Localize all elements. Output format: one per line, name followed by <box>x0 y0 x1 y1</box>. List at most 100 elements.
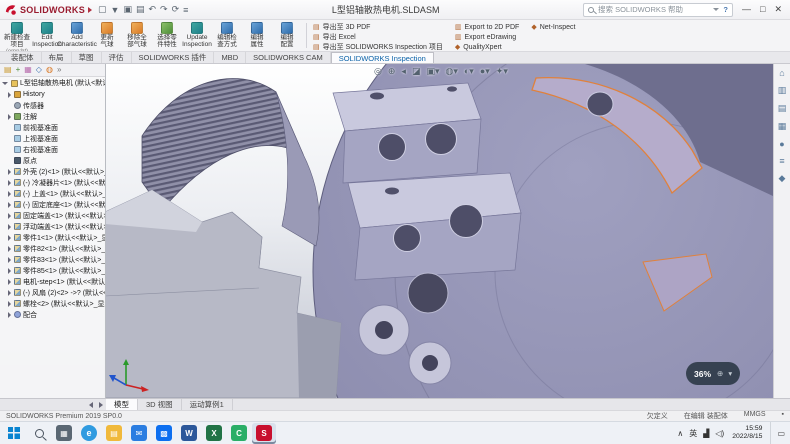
expand-arrow-icon[interactable] <box>8 257 11 263</box>
edit-appearance-icon[interactable]: ●▾ <box>480 66 490 77</box>
tree-item[interactable]: 注解 <box>0 111 105 122</box>
expand-arrow-icon[interactable] <box>8 92 11 98</box>
redo-icon[interactable]: ↷ <box>160 4 168 15</box>
3d-model[interactable] <box>0 64 790 398</box>
display-style-icon[interactable]: ◍▾ <box>445 66 457 77</box>
edit-configuration-button[interactable]: 编辑 配置 <box>272 21 302 50</box>
minimize-button[interactable]: — <box>742 4 751 15</box>
expand-arrow-icon[interactable] <box>8 301 11 307</box>
tab-inspection[interactable]: SOLIDWORKS Inspection <box>331 52 434 63</box>
pill-options-icon[interactable]: ▾ <box>728 369 732 378</box>
notification-center-icon[interactable]: ▭ <box>770 422 785 444</box>
update-inspection-button[interactable]: Update Inspection <box>182 21 212 50</box>
tab-scroll-right-icon[interactable] <box>96 399 106 410</box>
file-explorer-icon[interactable]: ▤ <box>778 103 787 114</box>
export-2d-pdf-button[interactable]: ▥ Export to 2D PDF <box>453 22 521 32</box>
tree-item[interactable]: 零件83<1> (默认<<默认>_显示状态>) <box>0 254 105 265</box>
section-view-icon[interactable]: ◪ <box>412 66 421 77</box>
featuremanager-tab[interactable]: ▤ <box>4 66 12 74</box>
store-icon[interactable]: ▩ <box>152 423 176 444</box>
panel-overflow-tab[interactable]: » <box>57 66 61 74</box>
tree-item[interactable]: 螺栓<2> (默认<<默认>_显示状态>) <box>0 298 105 309</box>
print-icon[interactable]: ▤ <box>136 4 145 15</box>
undo-icon[interactable]: ↶ <box>148 4 156 15</box>
configurationmanager-tab[interactable]: ▦ <box>24 66 32 74</box>
tree-item[interactable]: 固定端盖<1> (默认<<默认>_显示状态>) <box>0 210 105 221</box>
options-icon[interactable]: ≡ <box>183 5 188 15</box>
dimxpertmanager-tab[interactable]: ◇ <box>36 66 42 74</box>
export-inspection-project-button[interactable]: ▤ 导出至 SOLIDWORKS Inspection 项目 <box>311 42 445 52</box>
select-part-features-button[interactable]: 选择零 件特性 <box>152 21 182 50</box>
magnify-icon[interactable]: ⊕ <box>717 369 723 378</box>
expand-arrow-icon[interactable] <box>8 202 11 208</box>
expand-arrow-icon[interactable] <box>8 235 11 241</box>
tray-expand-icon[interactable]: ∧ <box>677 429 683 438</box>
view-palette-icon[interactable]: ▦ <box>778 121 787 132</box>
view-orientation-icon[interactable]: ▣▾ <box>426 66 439 77</box>
expand-arrow-icon[interactable] <box>8 246 11 252</box>
ime-language-indicator[interactable]: 英 <box>689 428 697 439</box>
tree-item[interactable]: 电机-step<1> (默认<<默认>_显示状态>) <box>0 276 105 287</box>
add-characteristic-button[interactable]: Add Characteristic <box>62 21 92 50</box>
close-button[interactable]: ✕ <box>774 4 782 15</box>
tree-root[interactable]: L型铝轴散热电机 (默认<默认_显示状态-1>) <box>0 77 105 89</box>
expand-arrow-icon[interactable] <box>2 82 8 85</box>
new-inspection-project-button[interactable]: 新建检查 项目 (emp:ht) <box>2 21 32 50</box>
help-search-box[interactable]: 搜索 SOLIDWORKS 帮助 ? <box>583 3 733 17</box>
tree-item[interactable]: (-) 风扇 (2)<2> ->? (默认<<默认>_显示状态>) <box>0 287 105 298</box>
expand-arrow-icon[interactable] <box>8 191 11 197</box>
tree-item[interactable]: 浮动端盖<1> (默认<<默认>_显示状态>) <box>0 221 105 232</box>
tree-item[interactable]: History <box>0 89 105 100</box>
appearances-icon[interactable]: ● <box>779 139 784 149</box>
edit-inspection-method-button[interactable]: 编辑检 查方式 <box>212 21 242 50</box>
help-icon[interactable]: ? <box>723 5 728 14</box>
update-balloons-button[interactable]: 更新 气球 <box>92 21 122 50</box>
zoom-fit-icon[interactable]: ◎ <box>374 66 382 77</box>
solidworks-icon[interactable]: S <box>252 423 276 444</box>
forum-icon[interactable]: ◆ <box>779 173 786 184</box>
volume-icon[interactable]: ◁) <box>715 429 724 438</box>
taskbar-clock[interactable]: 15:59 2022/8/15 <box>732 425 762 442</box>
search-dropdown-icon[interactable] <box>713 8 719 11</box>
expand-arrow-icon[interactable] <box>8 114 11 120</box>
design-library-icon[interactable]: ▥ <box>778 85 787 96</box>
export-3d-pdf-button[interactable]: ▤ 导出至 3D PDF <box>311 22 445 32</box>
export-excel-button[interactable]: ▤ 导出 Excel <box>311 32 445 42</box>
expand-arrow-icon[interactable] <box>8 279 11 285</box>
custom-properties-icon[interactable]: ≡ <box>779 156 784 166</box>
new-document-icon[interactable]: ▢ <box>98 4 107 15</box>
expand-arrow-icon[interactable] <box>8 213 11 219</box>
mail-icon[interactable]: ✉ <box>127 423 151 444</box>
tab-motion-study-1[interactable]: 运动算例1 <box>182 399 233 410</box>
expand-arrow-icon[interactable] <box>8 224 11 230</box>
start-button[interactable] <box>2 423 26 444</box>
view-settings-icon[interactable]: ✦▾ <box>496 66 508 77</box>
menu-expand-icon[interactable] <box>88 7 92 13</box>
search-button[interactable] <box>27 423 51 444</box>
tree-item[interactable]: (-) 上盖<1> (默认<<默认>_显示状态>) <box>0 188 105 199</box>
previous-view-icon[interactable]: ◂ <box>401 66 406 77</box>
tab-3d-views[interactable]: 3D 视图 <box>138 399 182 410</box>
tab-sketch[interactable]: 草图 <box>72 52 102 63</box>
tab-scroll-left-icon[interactable] <box>86 399 96 410</box>
tree-item[interactable]: 零件85<1> (默认<<默认>_显示状态>) <box>0 265 105 276</box>
network-icon[interactable]: ▟ <box>703 429 709 438</box>
edit-properties-button[interactable]: 编辑 属性 <box>242 21 272 50</box>
tab-assembly[interactable]: 装配体 <box>4 52 42 63</box>
displaymanager-tab[interactable]: ◍ <box>46 66 53 74</box>
save-icon[interactable]: ▣ <box>123 4 132 15</box>
task-view-button[interactable]: ▦ <box>52 423 76 444</box>
tree-item[interactable]: 上视基准面 <box>0 133 105 144</box>
tab-addins[interactable]: SOLIDWORKS 插件 <box>132 52 215 63</box>
tab-layout[interactable]: 布局 <box>42 52 72 63</box>
qualityxpert-button[interactable]: ◆ QualityXpert <box>453 42 521 52</box>
tree-item[interactable]: 右视基准面 <box>0 144 105 155</box>
edge-icon[interactable]: e <box>77 423 101 444</box>
file-explorer-icon[interactable]: ▤ <box>102 423 126 444</box>
tree-item[interactable]: (-) 固定底座<1> (默认<<默认>_显示状态>) <box>0 199 105 210</box>
tree-item[interactable]: 前视基准面 <box>0 122 105 133</box>
tree-item[interactable]: 零件1<1> (默认<<默认>_显示状态>) <box>0 232 105 243</box>
zoom-indicator[interactable]: 36% ⊕▾ <box>686 362 740 385</box>
expand-arrow-icon[interactable] <box>8 180 11 186</box>
rebuild-icon[interactable]: ⟳ <box>172 4 180 15</box>
